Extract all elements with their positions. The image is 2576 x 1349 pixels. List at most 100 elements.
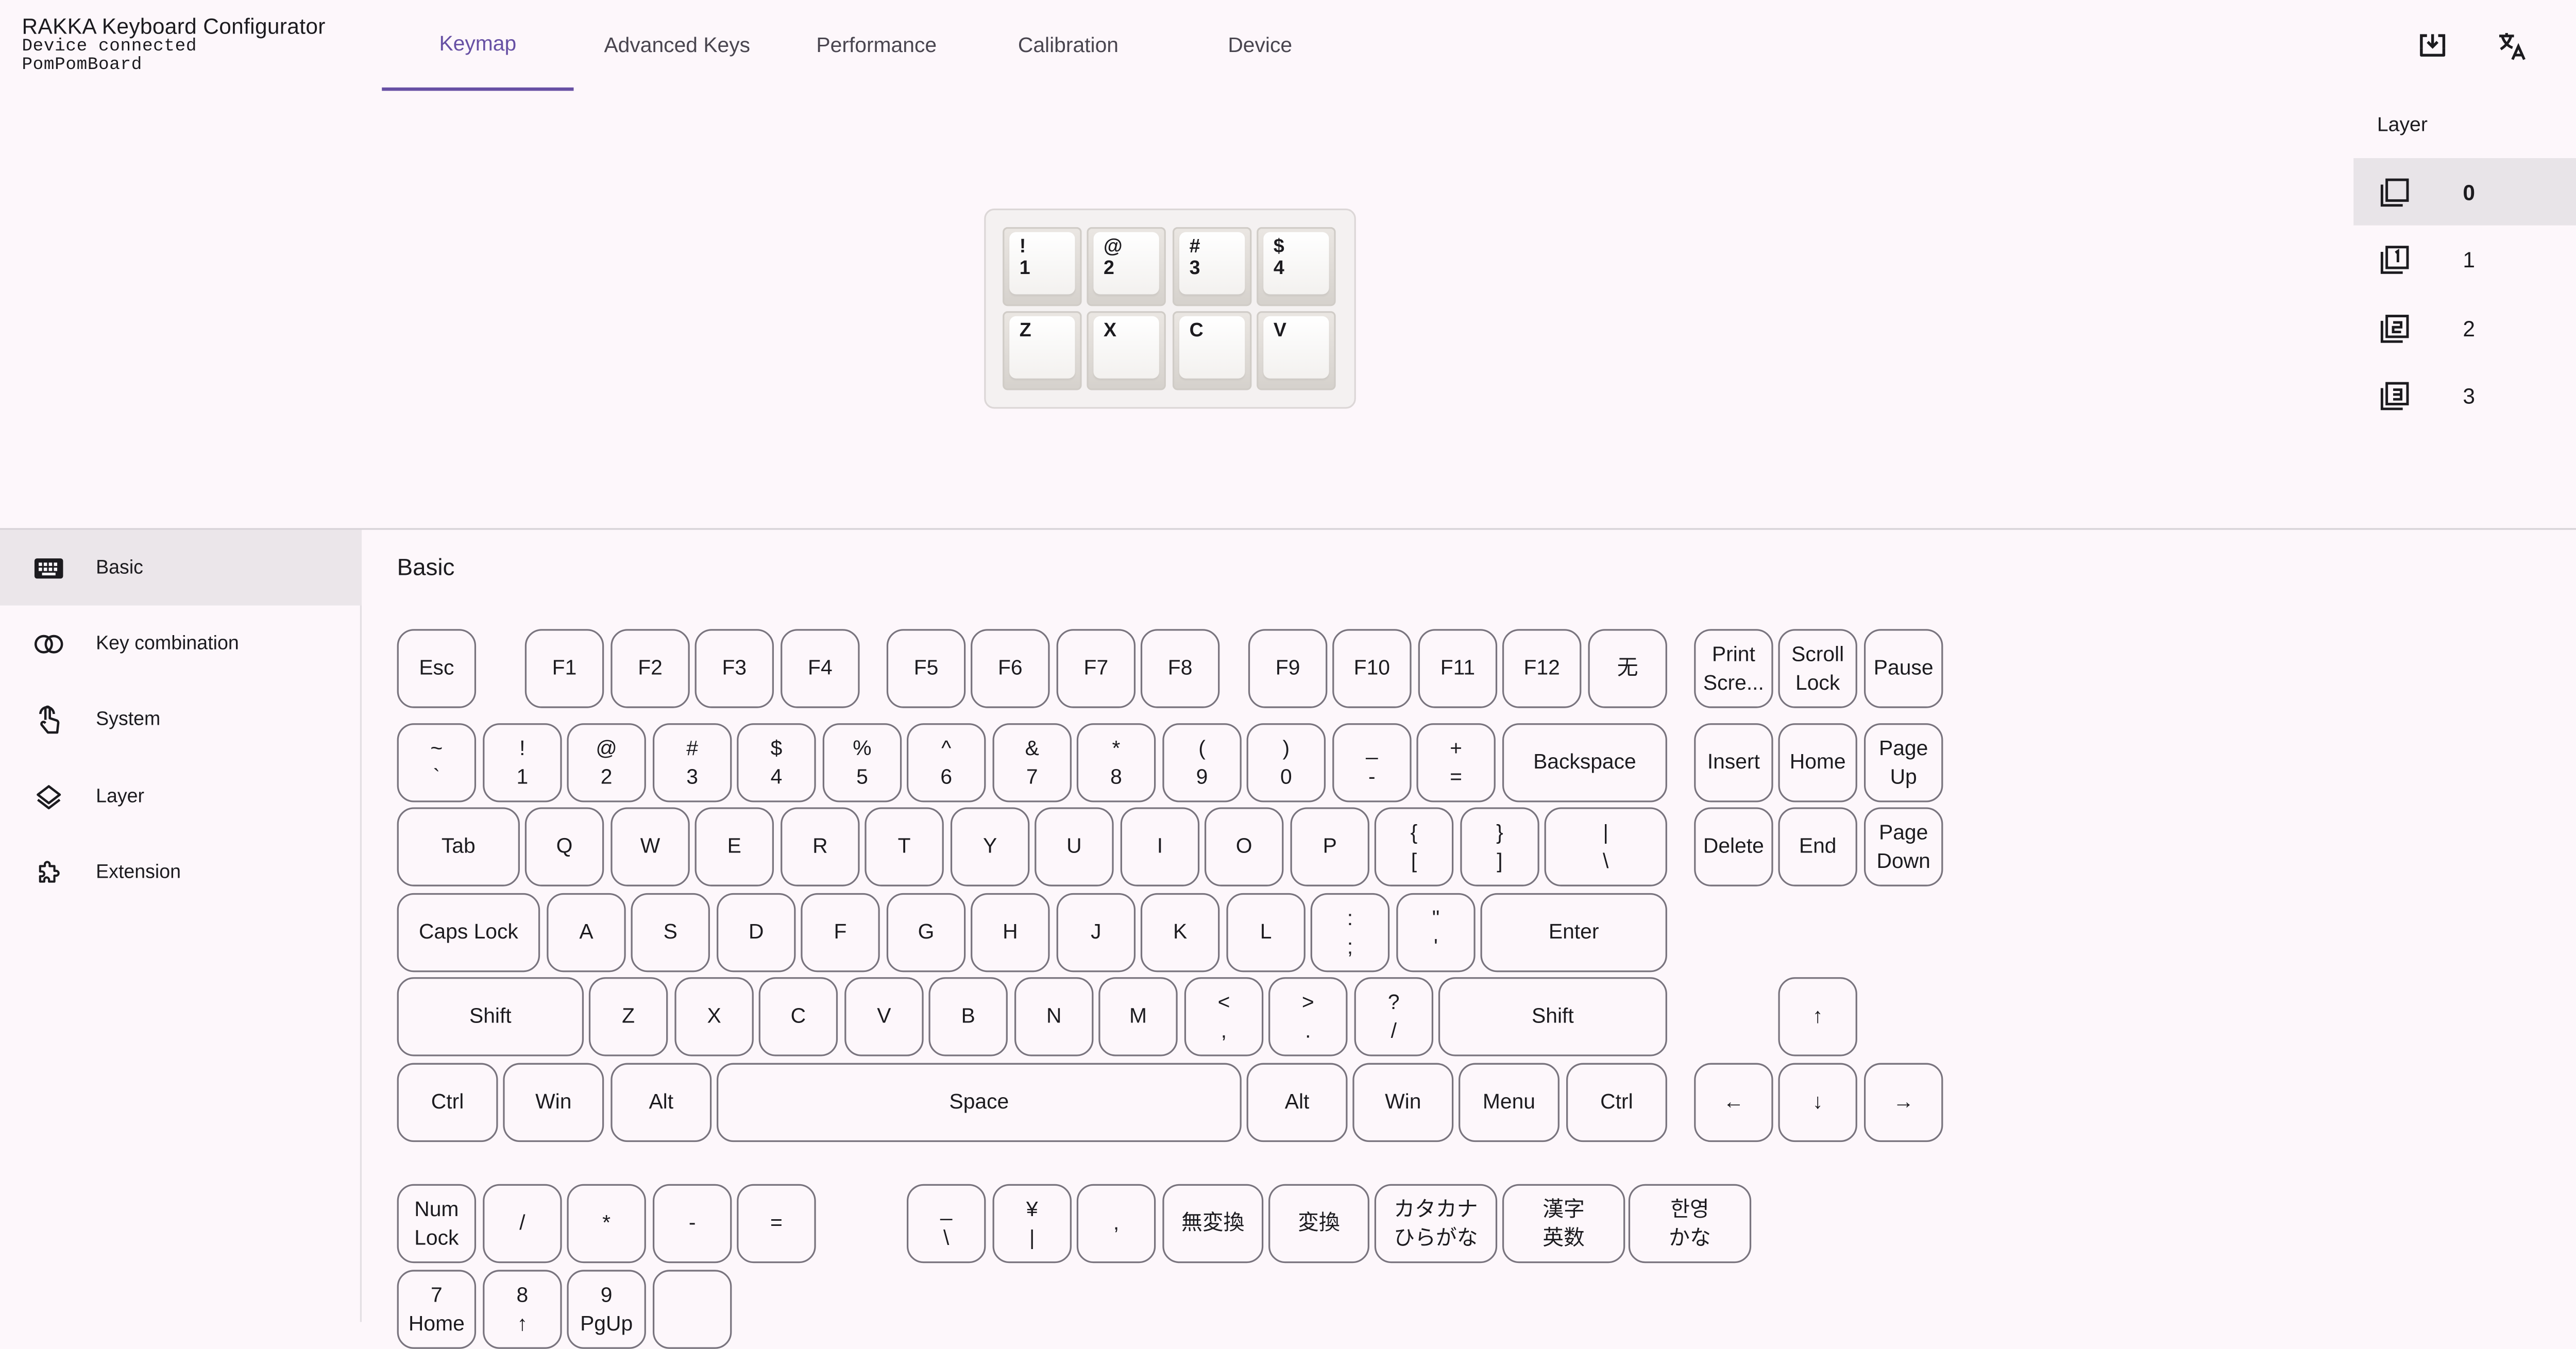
- layer-item-2[interactable]: 2: [2353, 294, 2576, 362]
- keycode-button[interactable]: K: [1140, 893, 1220, 972]
- keycode-button[interactable]: 漢字 英数: [1502, 1184, 1625, 1263]
- keycode-button[interactable]: *: [567, 1184, 646, 1263]
- preview-key[interactable]: C: [1172, 311, 1252, 390]
- layer-item-0[interactable]: 0: [2353, 158, 2576, 226]
- keycode-button[interactable]: $ 4: [737, 723, 816, 802]
- keycode-button[interactable]: Print Scre...: [1694, 629, 1773, 708]
- keycode-button[interactable]: Page Down: [1863, 807, 1943, 886]
- keycode-button[interactable]: 无: [1588, 629, 1667, 708]
- keycode-button[interactable]: Caps Lock: [397, 893, 540, 972]
- keycode-button[interactable]: Esc: [397, 629, 477, 708]
- keycode-button[interactable]: F: [801, 893, 880, 972]
- keycode-button[interactable]: Pause: [1863, 629, 1943, 708]
- keycode-button[interactable]: Menu: [1459, 1063, 1560, 1142]
- keycode-button[interactable]: O: [1204, 807, 1284, 886]
- keycode-button[interactable]: F3: [694, 629, 774, 708]
- keycode-button[interactable]: ~ `: [397, 723, 477, 802]
- keycode-button[interactable]: * 8: [1076, 723, 1156, 802]
- nav-item-layer[interactable]: Layer: [0, 759, 362, 834]
- keycode-button[interactable]: 9 PgUp: [567, 1270, 646, 1349]
- keycode-button[interactable]: X: [674, 977, 754, 1056]
- nav-item-extension[interactable]: Extension: [0, 834, 362, 910]
- keycode-button[interactable]: # 3: [652, 723, 732, 802]
- preview-key[interactable]: ! 1: [1003, 227, 1082, 306]
- keycode-button[interactable]: + =: [1416, 723, 1496, 802]
- keycode-button[interactable]: G: [886, 893, 966, 972]
- keycode-button[interactable]: ^ 6: [907, 723, 986, 802]
- keycode-button[interactable]: Shift: [1438, 977, 1667, 1056]
- keycode-button[interactable]: F12: [1502, 629, 1582, 708]
- tab-performance[interactable]: Performance: [781, 0, 972, 91]
- keycode-button[interactable]: Ctrl: [397, 1063, 498, 1142]
- keycode-button[interactable]: End: [1778, 807, 1857, 886]
- keycode-button[interactable]: Insert: [1694, 723, 1773, 802]
- keycode-button[interactable]: : ;: [1310, 893, 1390, 972]
- keycode-button[interactable]: Tab: [397, 807, 520, 886]
- download-icon[interactable]: [2411, 24, 2454, 67]
- tab-advanced-keys[interactable]: Advanced Keys: [573, 0, 781, 91]
- keycode-button[interactable]: /: [483, 1184, 562, 1263]
- keycode-button[interactable]: →: [1863, 1063, 1943, 1142]
- keycode-button[interactable]: S: [631, 893, 710, 972]
- keycode-button[interactable]: P: [1290, 807, 1369, 886]
- keycode-button[interactable]: T: [865, 807, 944, 886]
- keycode-button[interactable]: Space: [717, 1063, 1242, 1142]
- keycode-button[interactable]: | \: [1544, 807, 1667, 886]
- keycode-button[interactable]: F1: [524, 629, 604, 708]
- keycode-button[interactable]: Scroll Lock: [1778, 629, 1857, 708]
- preview-key[interactable]: Z: [1003, 311, 1082, 390]
- keycode-button[interactable]: Ctrl: [1566, 1063, 1667, 1142]
- keycode-button[interactable]: Shift: [397, 977, 584, 1056]
- keycode-button[interactable]: 無変換: [1162, 1184, 1264, 1263]
- keycode-button[interactable]: B: [928, 977, 1008, 1056]
- layer-item-1[interactable]: 1: [2353, 226, 2576, 293]
- keycode-button[interactable]: _ \: [907, 1184, 986, 1263]
- keycode-button[interactable]: ¥ |: [992, 1184, 1072, 1263]
- keycode-button[interactable]: Win: [1352, 1063, 1454, 1142]
- keycode-button[interactable]: & 7: [992, 723, 1072, 802]
- keycode-button[interactable]: < ,: [1184, 977, 1264, 1056]
- keycode-button[interactable]: R: [781, 807, 860, 886]
- keycode-button[interactable]: Z: [588, 977, 668, 1056]
- tab-calibration[interactable]: Calibration: [972, 0, 1164, 91]
- tab-device[interactable]: Device: [1164, 0, 1356, 91]
- keycode-button[interactable]: Alt: [1246, 1063, 1348, 1142]
- keycode-button[interactable]: F4: [781, 629, 860, 708]
- keycode-button[interactable]: H: [971, 893, 1050, 972]
- keycode-button[interactable]: ? /: [1354, 977, 1434, 1056]
- keycode-button[interactable]: Enter: [1480, 893, 1667, 972]
- keycode-button[interactable]: F5: [886, 629, 966, 708]
- keycode-button[interactable]: Win: [503, 1063, 604, 1142]
- keycode-button[interactable]: " ': [1396, 893, 1476, 972]
- keycode-button[interactable]: Delete: [1694, 807, 1773, 886]
- keycode-button[interactable]: D: [717, 893, 796, 972]
- dark-mode-icon[interactable]: [2569, 24, 2576, 67]
- keycode-button[interactable]: [652, 1270, 732, 1349]
- preview-key[interactable]: X: [1087, 311, 1166, 390]
- preview-key[interactable]: @ 2: [1087, 227, 1166, 306]
- preview-key[interactable]: $ 4: [1257, 227, 1336, 306]
- preview-key[interactable]: V: [1257, 311, 1336, 390]
- keycode-button[interactable]: Alt: [611, 1063, 712, 1142]
- keycode-button[interactable]: 한영 かな: [1628, 1184, 1752, 1263]
- keycode-button[interactable]: -: [652, 1184, 732, 1263]
- keycode-button[interactable]: U: [1035, 807, 1114, 886]
- keycode-button[interactable]: F6: [971, 629, 1050, 708]
- keycode-button[interactable]: Home: [1778, 723, 1857, 802]
- preview-key[interactable]: # 3: [1172, 227, 1252, 306]
- keycode-button[interactable]: F8: [1140, 629, 1220, 708]
- layer-item-3[interactable]: 3: [2353, 362, 2576, 429]
- keycode-button[interactable]: ←: [1694, 1063, 1773, 1142]
- keycode-button[interactable]: % 5: [822, 723, 902, 802]
- keycode-button[interactable]: Y: [950, 807, 1030, 886]
- keycode-button[interactable]: C: [758, 977, 838, 1056]
- nav-item-system[interactable]: System: [0, 681, 362, 757]
- keycode-button[interactable]: V: [844, 977, 924, 1056]
- keycode-button[interactable]: ) 0: [1246, 723, 1326, 802]
- keycode-button[interactable]: 7 Home: [397, 1270, 477, 1349]
- keycode-button[interactable]: ! 1: [483, 723, 562, 802]
- keycode-button[interactable]: カタカナ ひらがな: [1374, 1184, 1498, 1263]
- keycode-button[interactable]: { [: [1374, 807, 1454, 886]
- keycode-button[interactable]: ,: [1076, 1184, 1156, 1263]
- nav-item-key-combination[interactable]: Key combination: [0, 606, 362, 681]
